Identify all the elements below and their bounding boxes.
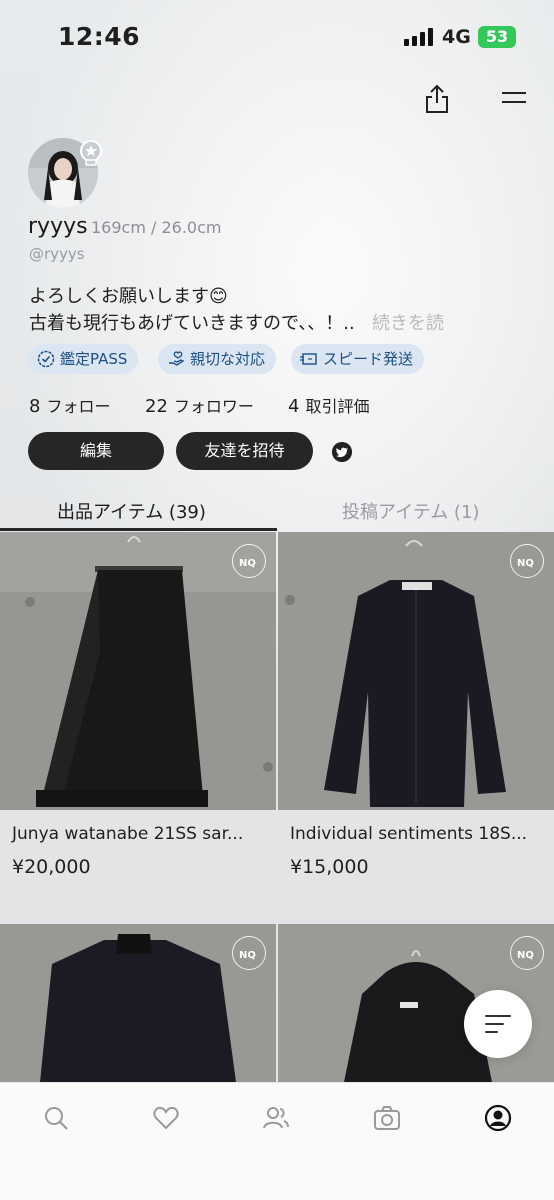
item-title: Individual sentiments 18S...	[290, 824, 528, 844]
item-info: Junya watanabe 21SS sar... ¥20,000	[0, 810, 276, 922]
bottom-navigation	[0, 1082, 554, 1200]
check-badge-icon	[37, 350, 55, 368]
username: ryyys	[28, 214, 88, 239]
invite-friends-button[interactable]: 友達を招待	[176, 432, 313, 470]
item-card[interactable]: NQ Individual sentiments 18S... ¥15,000	[278, 532, 554, 922]
nq-label: NQ	[517, 558, 534, 569]
battery-icon: 53	[478, 26, 516, 48]
network-label: 4G	[442, 26, 471, 48]
active-tab-indicator	[0, 528, 277, 531]
camera-icon[interactable]	[373, 1104, 401, 1132]
item-photo	[0, 532, 276, 810]
stat-value: 22	[145, 396, 168, 417]
item-card[interactable]: NQ Junya watanabe 21SS sar... ¥20,000	[0, 532, 276, 922]
tag-kind-response: 親切な対応	[158, 344, 277, 374]
item-photo	[278, 532, 554, 810]
nq-label: NQ	[239, 950, 256, 961]
twitter-icon[interactable]	[332, 442, 352, 462]
user-handle: @ryyys	[29, 245, 85, 263]
item-info: Individual sentiments 18S... ¥15,000	[278, 810, 554, 922]
nq-label: NQ	[517, 950, 534, 961]
tab-listed-items[interactable]: 出品アイテム (39)	[57, 498, 206, 524]
shipping-box-icon	[300, 353, 317, 365]
stat-label: フォロワー	[173, 397, 254, 416]
stat-reviews[interactable]: 4 取引評価	[288, 393, 369, 417]
bio-line-2: 古着も現行もあげていきますので、、！..	[29, 313, 355, 334]
body-size: 169cm / 26.0cm	[91, 218, 222, 237]
stat-label: フォロー	[46, 397, 111, 416]
share-icon[interactable]	[424, 84, 450, 114]
verified-badge-icon	[80, 140, 102, 166]
nq-badge-icon: NQ	[232, 544, 266, 578]
sort-filter-button[interactable]	[464, 990, 532, 1058]
tab-posted-items[interactable]: 投稿アイテム (1)	[342, 498, 479, 524]
tag-speedy-shipping: スピード発送	[291, 344, 425, 374]
item-title: Junya watanabe 21SS sar...	[12, 824, 244, 844]
hand-heart-icon	[169, 351, 185, 366]
battery-level: 53	[485, 27, 509, 46]
tag-label: 親切な対応	[190, 350, 266, 368]
read-more-link[interactable]: 続きを読	[372, 309, 444, 335]
nq-badge-icon: NQ	[510, 936, 544, 970]
signal-icon	[404, 28, 434, 46]
profile-icon[interactable]	[484, 1104, 512, 1132]
stat-value: 4	[288, 396, 300, 417]
menu-icon[interactable]	[502, 91, 526, 105]
heart-icon[interactable]	[152, 1104, 180, 1132]
nq-label: NQ	[239, 558, 256, 569]
search-icon[interactable]	[42, 1104, 70, 1132]
stat-followers[interactable]: 22 フォロワー	[145, 393, 254, 417]
bio-line-1: よろしくお願いします😊	[29, 286, 228, 307]
stat-label: 取引評価	[305, 397, 370, 416]
stat-following[interactable]: 8 フォロー	[29, 393, 110, 417]
nq-badge-icon: NQ	[510, 544, 544, 578]
tag-authentication-pass: 鑑定PASS	[28, 344, 139, 374]
people-icon[interactable]	[262, 1104, 290, 1132]
tag-label: スピード発送	[323, 350, 414, 368]
edit-profile-button[interactable]: 編集	[28, 432, 164, 470]
item-price: ¥15,000	[290, 856, 369, 878]
tag-label: 鑑定PASS	[60, 350, 128, 368]
status-time: 12:46	[58, 22, 141, 51]
item-card[interactable]: NQ	[0, 924, 276, 1084]
item-price: ¥20,000	[12, 856, 91, 878]
stat-value: 8	[29, 396, 41, 417]
nq-badge-icon: NQ	[232, 936, 266, 970]
